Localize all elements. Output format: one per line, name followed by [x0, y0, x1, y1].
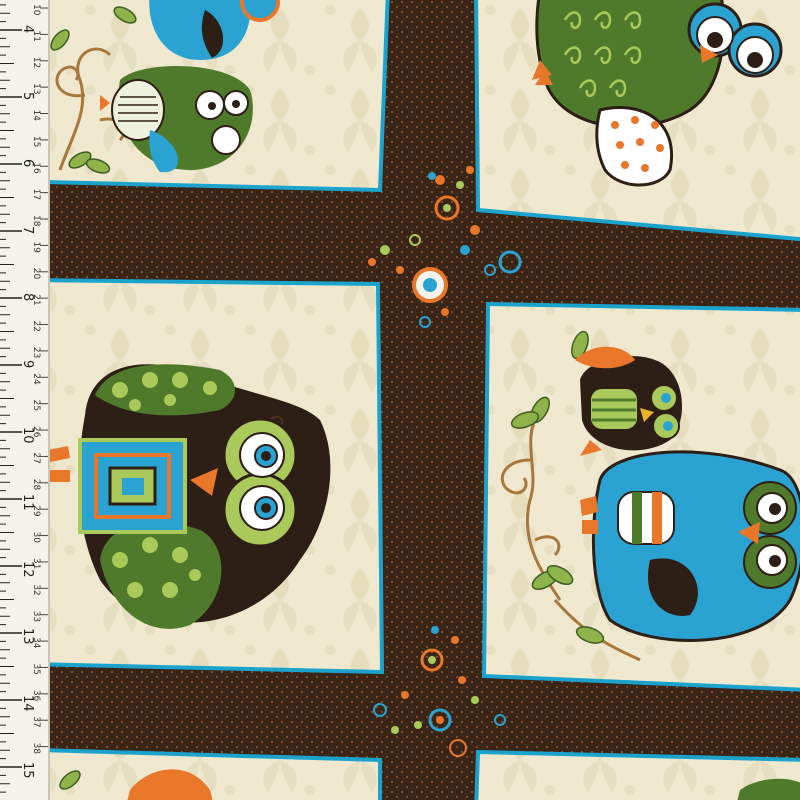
tape-cm-label: 27	[31, 452, 41, 463]
tape-cm-label: 21	[31, 294, 41, 305]
tape-cm-label: 22	[31, 321, 41, 332]
tape-cm-label: 23	[31, 347, 41, 358]
tape-cm-label: 29	[31, 505, 41, 517]
tape-inch-label: 7	[20, 226, 35, 234]
tape-inch-label: 15	[20, 762, 35, 779]
tape-cm-label: 36	[31, 690, 41, 702]
tape-cm-label: 18	[31, 215, 41, 227]
tape-cm-label: 16	[31, 162, 41, 174]
tape-cm-label: 10	[31, 4, 41, 16]
tape-cm-label: 12	[31, 57, 41, 68]
tape-cm-label: 31	[31, 558, 41, 569]
tape-cm-label: 24	[31, 373, 41, 385]
tape-cm-label: 33	[31, 611, 41, 622]
tape-cm-label: 25	[31, 400, 41, 411]
tape-cm-label: 14	[31, 110, 41, 122]
tape-cm-label: 28	[31, 479, 41, 491]
tape-cm-label: 34	[31, 637, 41, 649]
tape-cm-label: 32	[31, 584, 41, 595]
tape-cm-label: 35	[31, 663, 41, 674]
tape-cm-label: 11	[31, 30, 41, 41]
tape-cm-label: 17	[31, 189, 41, 200]
measuring-tape: 456789101112131415 101112131415161718192…	[0, 0, 50, 800]
fabric-photo	[0, 0, 800, 800]
tape-cm-label: 30	[31, 532, 41, 544]
tape-cm-label: 19	[31, 241, 41, 253]
tape-cm-label: 15	[31, 136, 41, 147]
tape-cm-label: 37	[31, 716, 41, 727]
tape-cm-label: 13	[31, 83, 41, 94]
tape-cm-label: 38	[31, 743, 41, 755]
measuring-tape-body	[0, 0, 50, 800]
tape-cm-label: 26	[31, 426, 41, 438]
measuring-tape-cm-labels: 10 11 12 13 14 15 16 17 18 19 20 21 22 23 24 25 26 27 28 29…	[31, 4, 41, 754]
tape-cm-label: 20	[31, 268, 41, 280]
owl-middle-right-blue	[580, 450, 800, 642]
tape-inch-label: 9	[20, 360, 35, 368]
